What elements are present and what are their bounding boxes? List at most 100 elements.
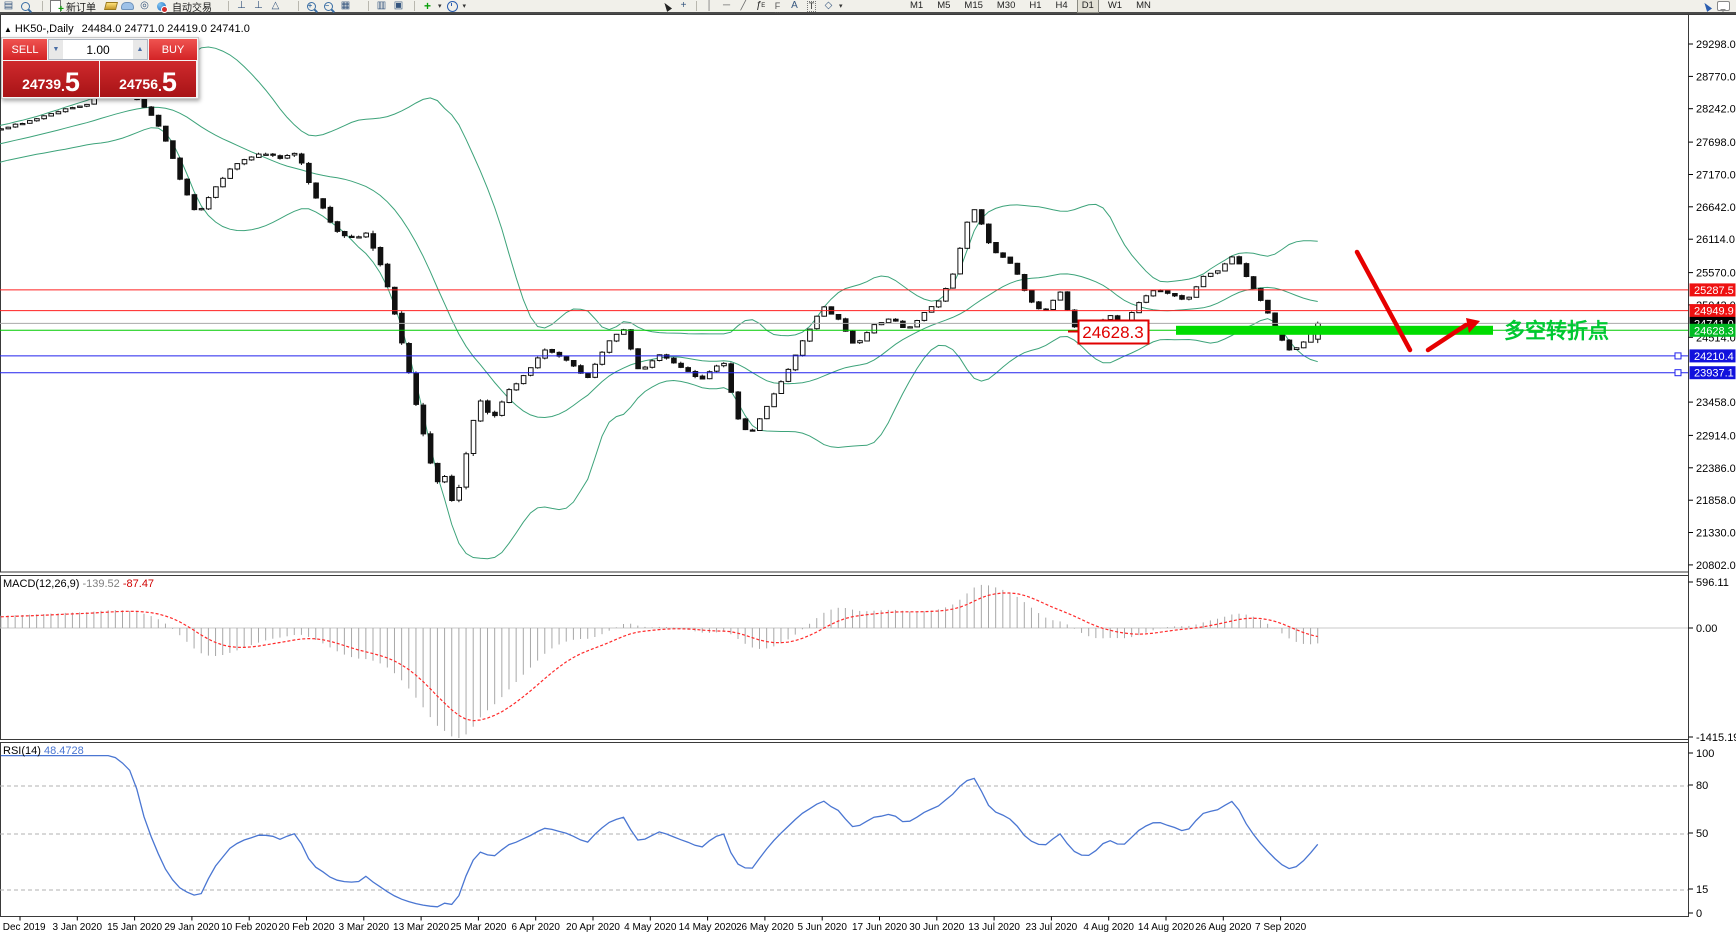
- zoom-in-icon[interactable]: +: [305, 0, 318, 12]
- price-tick-label: 22386.0: [1696, 463, 1736, 475]
- buy-button[interactable]: BUY: [148, 39, 197, 60]
- volume-up-button[interactable]: ▲: [133, 40, 147, 59]
- price-marker-label: 24210.4: [1694, 351, 1734, 363]
- fibonacci-icon[interactable]: F: [771, 0, 784, 12]
- symbol-period-label: HK50-,Daily: [15, 23, 74, 35]
- date-tick-label: 30 Jun 2020: [909, 922, 964, 933]
- macd-axis-label: 596.11: [1696, 577, 1729, 589]
- text-label-icon[interactable]: T: [805, 0, 818, 12]
- timeframe-button-W1[interactable]: W1: [1103, 0, 1127, 13]
- price-tick-label: 27170.0: [1696, 170, 1736, 182]
- price-axis: 29298.028770.028242.027698.027170.026642…: [1689, 39, 1736, 572]
- cloud-icon[interactable]: [121, 0, 134, 12]
- separator: [228, 1, 229, 11]
- equidistant-channel-icon[interactable]: ƒE: [754, 0, 767, 12]
- date-tick-label: 5 Jun 2020: [797, 922, 847, 933]
- trendline-icon[interactable]: ╱: [737, 0, 750, 12]
- bid-price[interactable]: 24739.5: [3, 61, 100, 97]
- new-order-icon[interactable]: [49, 0, 62, 12]
- separator: [42, 1, 43, 11]
- price-tick-label: 21858.0: [1696, 495, 1736, 507]
- gold-icon[interactable]: [104, 0, 117, 12]
- chart-window-icon[interactable]: ▥: [375, 0, 388, 12]
- add-indicator-icon[interactable]: +: [421, 0, 434, 12]
- cursor-icon[interactable]: [660, 0, 673, 12]
- scale-fix-icon[interactable]: △: [269, 0, 282, 12]
- hline-handle[interactable]: [1675, 370, 1681, 376]
- timeframe-button-D1[interactable]: D1: [1077, 0, 1099, 13]
- collapse-triangle-icon[interactable]: ▲: [4, 25, 12, 34]
- market-watch-icon[interactable]: [19, 0, 32, 12]
- autotrade-icon[interactable]: [155, 0, 168, 12]
- toolbar-group-chartmode: ⊥ ⊥ △: [226, 0, 282, 12]
- date-tick-label: 25 Mar 2020: [450, 922, 507, 933]
- timeframe-button-M1[interactable]: M1: [905, 0, 928, 13]
- date-tick-label: 9 Dec 2019: [0, 922, 46, 933]
- chart-shift-icon[interactable]: ⊥: [235, 0, 248, 12]
- chat-icon[interactable]: [1717, 0, 1730, 12]
- timeframe-button-H1[interactable]: H1: [1024, 0, 1046, 13]
- new-order-label[interactable]: 新订单: [66, 0, 96, 14]
- search-pointer-icon[interactable]: [1700, 0, 1713, 12]
- price-tick-label: 22914.0: [1696, 430, 1736, 442]
- price-tick-label: 26642.0: [1696, 202, 1736, 214]
- shapes-icon[interactable]: ◇: [822, 0, 835, 12]
- chevron-down-icon[interactable]: ▾: [839, 2, 843, 10]
- hline-handle[interactable]: [1675, 353, 1681, 359]
- price-marker-label: 24628.3: [1694, 325, 1734, 337]
- volume-spinner: ▼ 1.00 ▲: [48, 39, 148, 60]
- date-tick-label: 23 Jul 2020: [1026, 922, 1078, 933]
- date-tick-label: 29 Jan 2020: [164, 922, 219, 933]
- price-tick-label: 20802.0: [1696, 560, 1736, 572]
- ohlc-values: 24484.0 24771.0 24419.0 24741.0: [82, 23, 250, 35]
- ask-int: 24756: [119, 74, 158, 94]
- separator: [696, 1, 697, 11]
- timeframe-button-M30[interactable]: M30: [992, 0, 1020, 13]
- period-clock-icon[interactable]: [446, 0, 459, 12]
- price-marker-label: 25287.5: [1694, 285, 1734, 297]
- rsi-label: RSI(14) 48.4728: [3, 745, 84, 757]
- price-box-annotation: 24628.3: [1068, 321, 1149, 344]
- date-tick-label: 13 Mar 2020: [393, 922, 450, 933]
- crosshair-icon[interactable]: +: [677, 0, 690, 12]
- timeframe-button-M15[interactable]: M15: [959, 0, 987, 13]
- horizontal-line-icon[interactable]: ─: [720, 0, 733, 12]
- timeframe-button-M5[interactable]: M5: [932, 0, 955, 13]
- date-tick-label: 17 Jun 2020: [852, 922, 907, 933]
- signal-icon[interactable]: ◎: [138, 0, 151, 12]
- application-window: ▤ 新订单 ◎ 自动交易 ⊥ ⊥ △ + − ▦ ▥: [0, 0, 1736, 936]
- date-axis: 9 Dec 20193 Jan 202015 Jan 202029 Jan 20…: [0, 917, 1307, 934]
- autoscroll-icon[interactable]: ⊥: [252, 0, 265, 12]
- support-zone-bar[interactable]: [1176, 326, 1493, 335]
- price-marker-label: 24949.9: [1694, 306, 1734, 318]
- date-tick-label: 14 Aug 2020: [1138, 922, 1195, 933]
- chevron-down-icon[interactable]: ▾: [438, 2, 442, 10]
- cn-note-layer: 多空转折点: [1504, 319, 1609, 343]
- chevron-down-icon[interactable]: ▾: [463, 2, 467, 10]
- separator: [414, 1, 415, 11]
- text-tool-icon[interactable]: A: [788, 0, 801, 12]
- volume-input[interactable]: 1.00: [63, 40, 133, 59]
- chart-canvas[interactable]: 24628.3多空转折点29298.028770.028242.027698.0…: [0, 0, 1736, 936]
- bid-int: 24739: [22, 74, 61, 94]
- charts-list-icon[interactable]: ▤: [2, 0, 15, 12]
- autotrade-label[interactable]: 自动交易: [172, 0, 212, 14]
- volume-down-button[interactable]: ▼: [49, 40, 63, 59]
- timeframe-button-H4[interactable]: H4: [1051, 0, 1073, 13]
- toolbar-group-indicators: + ▾ ▾: [412, 0, 466, 12]
- separator: [368, 1, 369, 11]
- zoom-out-icon[interactable]: −: [322, 0, 335, 12]
- toolbar-group-right: [1700, 0, 1730, 12]
- green-support-bar: [1176, 326, 1493, 335]
- price-tick-label: 27698.0: [1696, 137, 1736, 149]
- pane-frames: [0, 15, 1736, 917]
- date-tick-label: 6 Apr 2020: [512, 922, 561, 933]
- toolbar-group-services: ◎ 自动交易: [104, 0, 212, 12]
- price-tick-label: 28770.0: [1696, 71, 1736, 83]
- chart-window-add-icon[interactable]: ▣: [392, 0, 405, 12]
- timeframe-button-MN[interactable]: MN: [1131, 0, 1156, 13]
- ask-price[interactable]: 24756.5: [100, 61, 196, 97]
- vertical-line-icon[interactable]: │: [703, 0, 716, 12]
- sell-button[interactable]: SELL: [3, 39, 48, 60]
- tile-windows-icon[interactable]: ▦: [339, 0, 352, 12]
